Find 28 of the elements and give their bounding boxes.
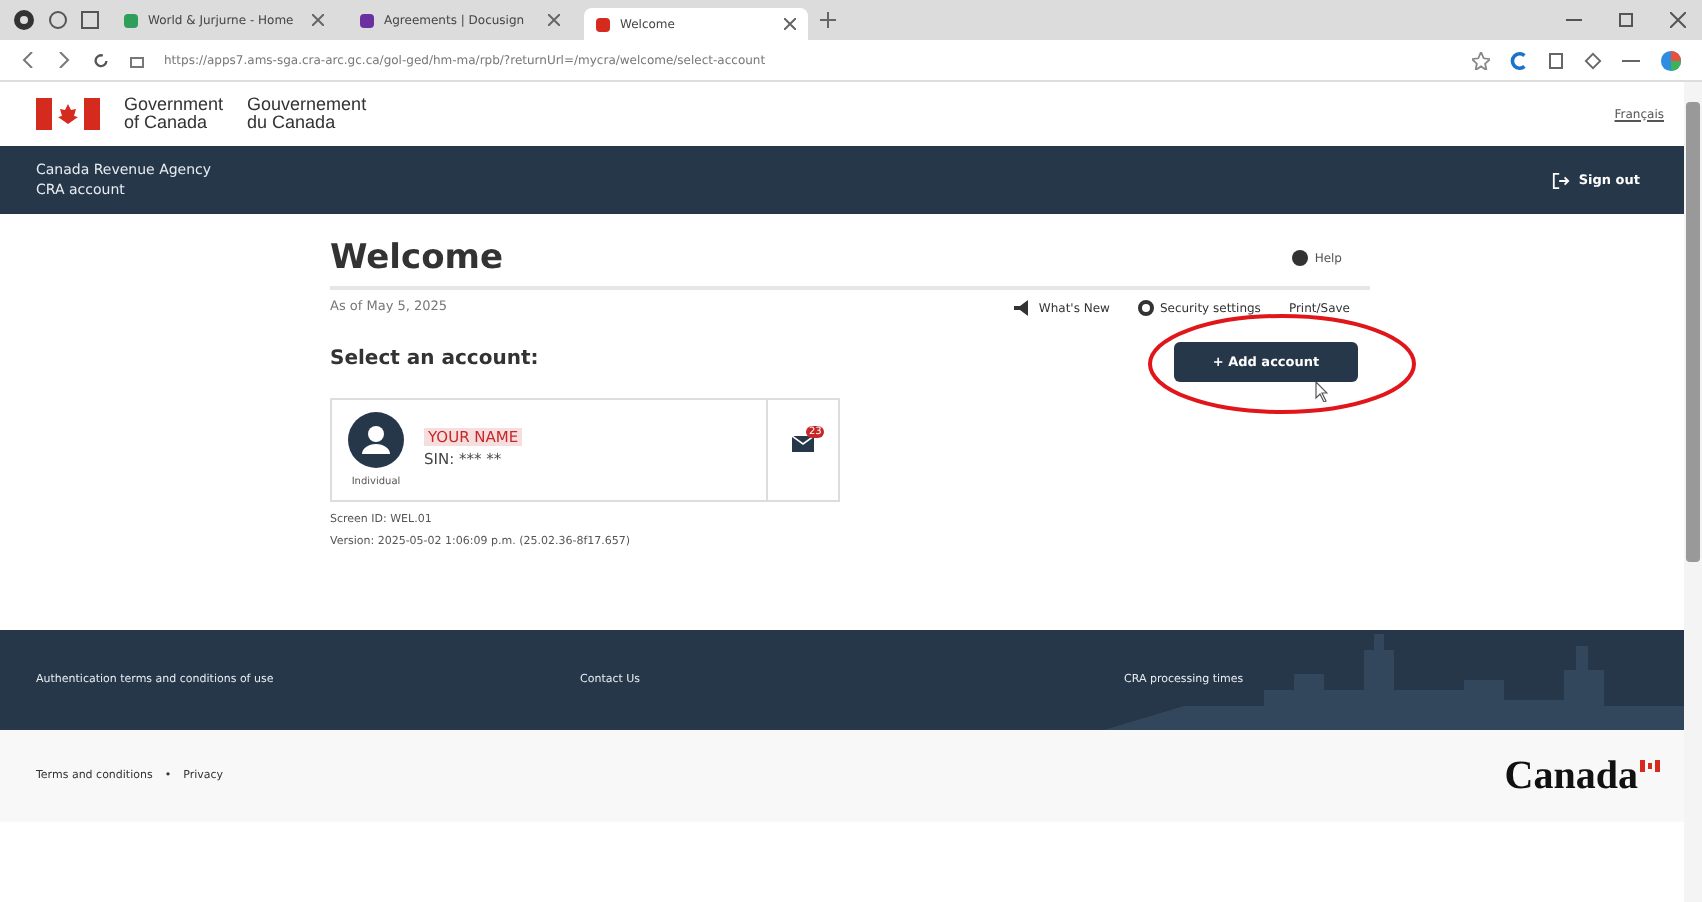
page-title: Welcome <box>330 238 504 278</box>
sign-out-icon <box>1552 171 1571 189</box>
close-icon[interactable] <box>312 14 324 26</box>
avatar-icon <box>348 412 404 468</box>
star-icon[interactable] <box>1472 51 1490 69</box>
canada-wordmark: Canada <box>1504 753 1638 799</box>
scrollbar-thumb[interactable] <box>1686 102 1700 562</box>
close-icon[interactable] <box>1670 12 1686 28</box>
new-tab-icon[interactable] <box>820 12 836 28</box>
copilot-icon[interactable] <box>1660 49 1682 71</box>
more-icon[interactable] <box>1622 57 1640 63</box>
close-icon[interactable] <box>548 14 560 26</box>
megaphone-icon <box>1014 300 1033 316</box>
government-name: Government of Canada <box>124 96 224 132</box>
mail-icon[interactable] <box>792 436 814 452</box>
restore-icon[interactable] <box>1618 12 1634 28</box>
help-icon <box>1292 250 1309 266</box>
section-title: Select an account: <box>330 348 539 370</box>
back-icon[interactable] <box>20 52 36 68</box>
forward-icon[interactable] <box>56 52 72 68</box>
flag-icon <box>1640 759 1660 771</box>
browser-logo-icon[interactable] <box>12 8 36 32</box>
canada-flag-icon <box>36 98 100 130</box>
close-icon[interactable] <box>784 18 796 30</box>
settings-icon <box>1137 300 1154 316</box>
cursor-icon <box>1314 382 1328 402</box>
reload-icon[interactable] <box>92 51 110 69</box>
government-name: Gouvernement du Canada <box>247 96 367 132</box>
